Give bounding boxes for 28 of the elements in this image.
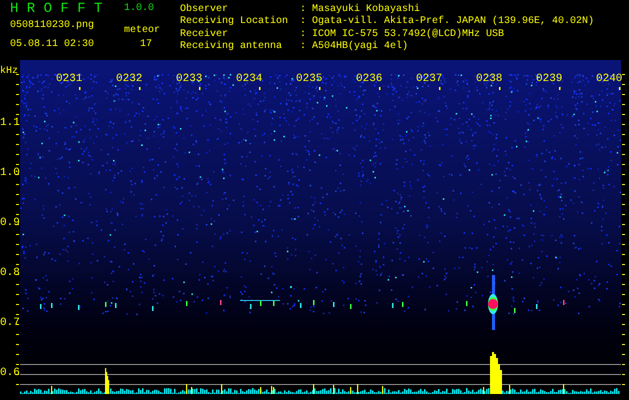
time-label: 0232 bbox=[116, 73, 140, 86]
time-label: 0237 bbox=[416, 73, 440, 86]
file-name: 0508110230.png bbox=[10, 20, 96, 32]
info-value: : Ogata-vill. Akita-Pref. JAPAN (139.96E, 40.02N) bbox=[300, 16, 594, 28]
info-label: Receiving Location bbox=[180, 16, 290, 28]
info-value: : A504HB(yagi 4el) bbox=[300, 41, 410, 54]
meteor-count: 17 bbox=[139, 39, 154, 51]
time-label: 0240 bbox=[596, 73, 620, 86]
frequency-label: 0.9 bbox=[0, 217, 20, 230]
info-value: : ICOM IC-575 53.7492(@LCD)MHz USB bbox=[300, 28, 506, 40]
time-label: 0231 bbox=[56, 73, 80, 86]
info-value: : Masayuki Kobayashi bbox=[300, 4, 422, 16]
record-datetime: 05.08.11 02:30 bbox=[10, 39, 96, 51]
time-label: 0238 bbox=[476, 73, 500, 86]
app-version: 1.0.0 bbox=[124, 3, 156, 15]
app-title: H R O F F T bbox=[10, 1, 104, 17]
time-label: 0239 bbox=[536, 73, 560, 86]
meteor-label: meteor bbox=[124, 25, 162, 37]
info-label: Receiving antenna bbox=[180, 41, 284, 54]
time-label: 0236 bbox=[356, 73, 380, 86]
time-label: 0233 bbox=[176, 73, 200, 86]
info-label: Observer bbox=[180, 4, 230, 16]
axis-unit: kHz bbox=[0, 66, 18, 78]
frequency-label: 0.7 bbox=[0, 317, 20, 330]
time-label: 0235 bbox=[296, 73, 320, 86]
frequency-label: 0.8 bbox=[0, 267, 20, 280]
info-label: Receiver bbox=[180, 28, 230, 40]
time-label: 0234 bbox=[236, 73, 260, 86]
